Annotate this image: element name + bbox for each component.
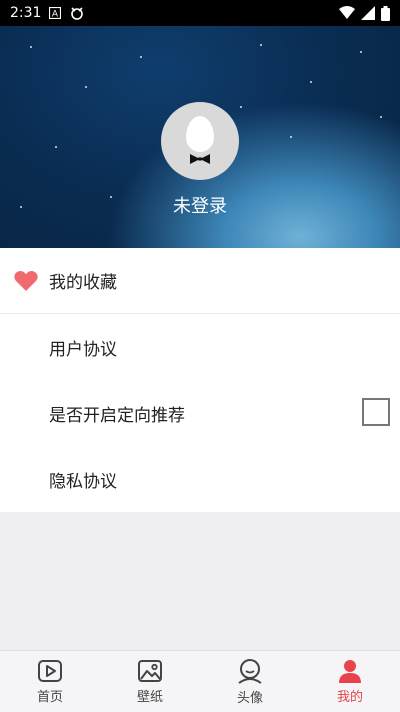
- svg-text:A: A: [52, 10, 59, 20]
- user-agreement-item[interactable]: 用户协议: [0, 314, 400, 380]
- nav-mine-label: 我的: [336, 689, 363, 705]
- face-icon: [238, 658, 262, 684]
- image-icon: [138, 659, 162, 682]
- privacy-agreement-label: 隐私协议: [49, 471, 117, 492]
- nav-wallpaper-label: 壁纸: [136, 689, 163, 705]
- battery-icon: [381, 5, 390, 21]
- wifi-icon: [339, 6, 355, 19]
- bug-icon: [71, 7, 84, 20]
- user-agreement-label: 用户协议: [49, 339, 117, 360]
- nav-mine[interactable]: 我的: [300, 651, 400, 712]
- nav-avatar[interactable]: 头像: [200, 651, 300, 712]
- targeted-recommendation-item: 是否开启定向推荐: [0, 380, 400, 446]
- heart-icon: [14, 271, 38, 291]
- login-status[interactable]: 未登录: [0, 192, 400, 218]
- nav-home-label: 首页: [36, 689, 63, 705]
- nav-home[interactable]: 首页: [0, 651, 100, 712]
- bowtie-icon: [190, 154, 210, 164]
- person-icon: [339, 659, 361, 683]
- bottom-navigation: 首页 壁纸 头像 我的: [0, 650, 400, 712]
- favorites-item[interactable]: 我的收藏: [0, 248, 400, 314]
- targeted-recommendation-label: 是否开启定向推荐: [49, 405, 185, 426]
- privacy-agreement-item[interactable]: 隐私协议: [0, 446, 400, 512]
- favorites-label: 我的收藏: [49, 273, 117, 293]
- status-time: 2:31: [10, 5, 42, 21]
- targeted-recommendation-checkbox[interactable]: [362, 398, 390, 426]
- egg-avatar-icon: [186, 116, 214, 152]
- status-bar: 2:31 A: [0, 0, 400, 26]
- settings-menu: 我的收藏 用户协议 是否开启定向推荐 隐私协议: [0, 248, 400, 512]
- profile-header-background: 未登录: [0, 26, 400, 248]
- avatar[interactable]: [161, 102, 239, 180]
- empty-area: [0, 514, 400, 650]
- nav-wallpaper[interactable]: 壁纸: [100, 651, 200, 712]
- a-box-icon: A: [49, 7, 62, 20]
- signal-icon: [361, 6, 375, 20]
- nav-avatar-label: 头像: [236, 690, 263, 706]
- play-box-icon: [38, 659, 62, 682]
